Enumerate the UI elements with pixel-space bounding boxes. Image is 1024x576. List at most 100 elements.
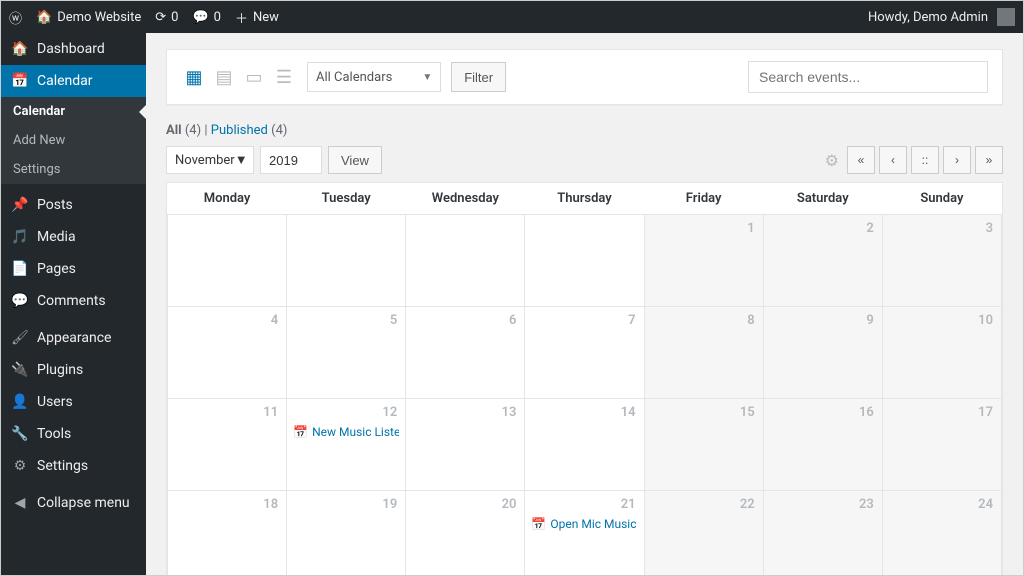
menu-comments[interactable]: 💬Comments [1, 285, 146, 317]
menu-collapse[interactable]: ◀Collapse menu [1, 487, 146, 519]
brush-icon: 🖌 [11, 330, 29, 346]
menu-appearance[interactable]: 🖌Appearance [1, 322, 146, 354]
day-cell[interactable]: 20 [406, 491, 525, 576]
day-cell[interactable] [287, 215, 406, 307]
view-week[interactable]: ▤ [211, 64, 237, 90]
menu-pages[interactable]: 📄Pages [1, 253, 146, 285]
comment-icon: 💬 [11, 293, 29, 309]
col-thu: Thursday [525, 183, 644, 215]
comments-bubble[interactable]: 💬 0 [192, 10, 221, 25]
day-cell[interactable] [168, 215, 287, 307]
day-cell[interactable]: 21📅 Open Mic Music ... [525, 491, 644, 576]
updates[interactable]: ⟳ 0 [155, 10, 178, 25]
howdy[interactable]: Howdy, Demo Admin [868, 8, 1015, 26]
submenu-calendar: Calendar Add New Settings [1, 97, 146, 184]
day-cell[interactable]: 1 [644, 215, 763, 307]
new-content[interactable]: ＋ New [235, 8, 279, 27]
day-cell[interactable]: 19 [287, 491, 406, 576]
col-mon: Monday [168, 183, 287, 215]
pager-today[interactable]: :: [911, 146, 939, 174]
day-cell[interactable]: 16 [763, 399, 882, 491]
event-item[interactable]: 📅 Open Mic Music ... [531, 517, 637, 531]
day-cell[interactable]: 4 [168, 307, 287, 399]
pager: « ‹ :: › » [847, 146, 1003, 174]
gear-icon[interactable]: ⚙ [825, 151, 839, 170]
calendar-toolbar: ▦ ▤ ▭ ☰ All Calendars▼ Filter [166, 49, 1003, 105]
menu-users[interactable]: 👤Users [1, 386, 146, 418]
day-cell[interactable]: 13 [406, 399, 525, 491]
menu-settings[interactable]: ⚙Settings [1, 450, 146, 482]
day-cell[interactable]: 23 [763, 491, 882, 576]
plug-icon: 🔌 [11, 362, 29, 378]
menu-dashboard[interactable]: 🏠Dashboard [1, 33, 146, 65]
caret-icon: ▼ [235, 152, 248, 168]
site-name: Demo Website [57, 10, 141, 25]
content-area: ▦ ▤ ▭ ☰ All Calendars▼ Filter All (4) | … [146, 33, 1023, 575]
day-cell[interactable]: 24 [882, 491, 1001, 576]
submenu-addnew[interactable]: Add New [1, 126, 146, 155]
day-cell[interactable]: 11 [168, 399, 287, 491]
event-item[interactable]: 📅 New Music Listeni... [293, 425, 399, 439]
day-cell[interactable]: 9 [763, 307, 882, 399]
col-sat: Saturday [763, 183, 882, 215]
view-month[interactable]: ▦ [181, 64, 207, 90]
day-cell[interactable]: 10 [882, 307, 1001, 399]
view-button[interactable]: View [328, 146, 382, 174]
search-input[interactable] [748, 61, 988, 93]
sliders-icon: ⚙ [11, 458, 29, 474]
col-tue: Tuesday [287, 183, 406, 215]
day-cell[interactable]: 2 [763, 215, 882, 307]
day-cell[interactable]: 18 [168, 491, 287, 576]
col-fri: Friday [644, 183, 763, 215]
page-icon: 📄 [11, 261, 29, 277]
day-cell[interactable]: 3 [882, 215, 1001, 307]
day-cell[interactable]: 5 [287, 307, 406, 399]
wp-logo[interactable]: ⓦ [9, 8, 22, 27]
calendar-grid: Monday Tuesday Wednesday Thursday Friday… [166, 182, 1003, 575]
filter-published[interactable]: Published [211, 123, 268, 138]
calendar-nav: November▼ View ⚙ « ‹ :: › » [166, 146, 1003, 174]
pager-first[interactable]: « [847, 146, 875, 174]
media-icon: 🎵 [11, 229, 29, 245]
day-cell[interactable] [406, 215, 525, 307]
pager-prev[interactable]: ‹ [879, 146, 907, 174]
col-sun: Sunday [882, 183, 1001, 215]
day-cell[interactable] [525, 215, 644, 307]
day-cell[interactable]: 8 [644, 307, 763, 399]
subsubsub: All (4) | Published (4) [166, 123, 1003, 138]
caret-icon: ▼ [422, 72, 432, 83]
menu-tools[interactable]: 🔧Tools [1, 418, 146, 450]
day-cell[interactable]: 15 [644, 399, 763, 491]
collapse-icon: ◀ [11, 495, 29, 511]
month-select[interactable]: November▼ [166, 146, 254, 174]
site-link[interactable]: 🏠 Demo Website [36, 10, 141, 25]
year-input[interactable] [260, 146, 322, 174]
day-cell[interactable]: 7 [525, 307, 644, 399]
menu-calendar[interactable]: 📅Calendar [1, 65, 146, 97]
calendar-icon: 📅 [11, 73, 29, 89]
view-list[interactable]: ☰ [271, 64, 297, 90]
pager-next[interactable]: › [943, 146, 971, 174]
submenu-calendar-item[interactable]: Calendar [1, 97, 146, 126]
admin-bar: ⓦ 🏠 Demo Website ⟳ 0 💬 0 ＋ New Howdy, De… [1, 1, 1023, 33]
pager-last[interactable]: » [975, 146, 1003, 174]
day-cell[interactable]: 14 [525, 399, 644, 491]
filter-button[interactable]: Filter [451, 62, 506, 92]
wrench-icon: 🔧 [11, 426, 29, 442]
day-cell[interactable]: 17 [882, 399, 1001, 491]
day-cell[interactable]: 12📅 New Music Listeni... [287, 399, 406, 491]
avatar [997, 8, 1015, 26]
day-cell[interactable]: 22 [644, 491, 763, 576]
calendars-select[interactable]: All Calendars▼ [307, 62, 441, 92]
view-switch: ▦ ▤ ▭ ☰ [181, 64, 297, 90]
day-cell[interactable]: 6 [406, 307, 525, 399]
menu-media[interactable]: 🎵Media [1, 221, 146, 253]
view-day[interactable]: ▭ [241, 64, 267, 90]
menu-posts[interactable]: 📌Posts [1, 189, 146, 221]
submenu-settings[interactable]: Settings [1, 155, 146, 184]
admin-sidebar: 🏠Dashboard 📅Calendar Calendar Add New Se… [1, 33, 146, 575]
dashboard-icon: 🏠 [11, 41, 29, 57]
filter-all[interactable]: All [166, 123, 182, 138]
col-wed: Wednesday [406, 183, 525, 215]
menu-plugins[interactable]: 🔌Plugins [1, 354, 146, 386]
